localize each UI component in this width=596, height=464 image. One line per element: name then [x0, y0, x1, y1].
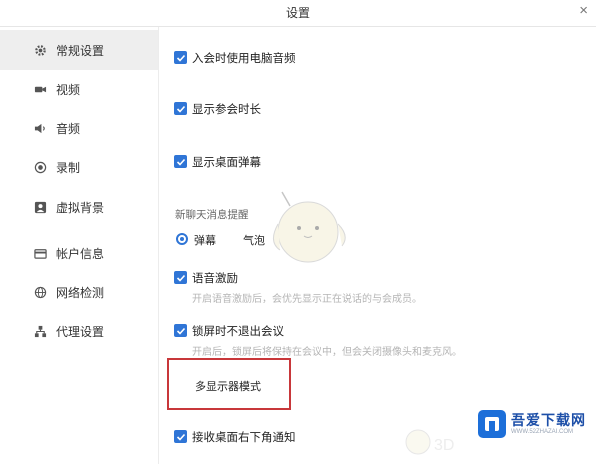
site-logo: 吾爱下载网 WWW.52ZHAZAI.COM	[478, 406, 592, 442]
window-title: 设置	[285, 6, 310, 20]
general-settings-panel: 入会时使用电脑音频 显示参会时长 显示桌面弹幕 新聊天消息提醒 弹幕 气泡 语音…	[159, 27, 596, 464]
multi-display-label: 多显示器模式	[195, 381, 261, 393]
card-icon	[33, 246, 47, 260]
sidebar-item-virtual-bg[interactable]: 虚拟背景	[0, 187, 158, 227]
voice-excite-checkbox[interactable]	[174, 271, 187, 284]
close-icon[interactable]: ×	[579, 2, 588, 20]
logo-icon	[478, 410, 506, 438]
show-duration-checkbox[interactable]	[174, 102, 187, 115]
sidebar-item-general[interactable]: 常规设置	[0, 30, 158, 70]
show-danmaku-checkbox[interactable]	[174, 155, 187, 168]
join-audio-label: 入会时使用电脑音频	[192, 53, 296, 65]
sidebar-item-label: 录制	[56, 160, 81, 175]
sidebar-item-label: 代理设置	[56, 324, 105, 339]
join-audio-checkbox[interactable]	[174, 51, 187, 64]
network-icon	[33, 324, 47, 338]
desktop-notify-checkbox[interactable]	[174, 430, 187, 443]
sidebar-item-video[interactable]: 视频	[0, 69, 158, 109]
gear-icon	[33, 43, 47, 57]
multi-display-option[interactable]: 多显示器模式	[167, 358, 291, 410]
settings-sidebar: 常规设置 视频 音频 录制 虚拟背景 帐户信息 网络检测 代理设置	[0, 27, 159, 464]
sidebar-item-audio[interactable]: 音频	[0, 108, 158, 148]
voice-excite-label: 语音激励	[192, 273, 238, 285]
sidebar-item-record[interactable]: 录制	[0, 147, 158, 187]
voice-excite-description: 开启语音激励后，会优先显示正在说话的与会成员。	[192, 294, 422, 305]
mascot-watermark-icon	[273, 191, 346, 263]
sidebar-item-label: 音频	[56, 121, 81, 136]
show-danmaku-label: 显示桌面弹幕	[192, 157, 261, 169]
speaker-icon	[33, 121, 47, 135]
title-bar: 设置 ×	[0, 0, 596, 27]
sidebar-item-network[interactable]: 网络检测	[0, 272, 158, 312]
logo-subtext: WWW.52ZHAZAI.COM	[511, 429, 573, 435]
camera-icon	[33, 82, 47, 96]
mascot-small-watermark-icon: 3D	[405, 429, 454, 455]
radio-bubble-label[interactable]: 气泡	[243, 232, 265, 248]
person-icon	[33, 200, 47, 214]
sidebar-item-label: 视频	[56, 82, 81, 97]
desktop-notify-label: 接收桌面右下角通知	[192, 432, 296, 444]
record-icon	[33, 160, 47, 174]
lock-screen-label: 锁屏时不退出会议	[192, 326, 284, 338]
sidebar-item-label: 帐户信息	[56, 246, 105, 261]
sidebar-item-proxy[interactable]: 代理设置	[0, 311, 158, 351]
lock-screen-description: 开启后，锁屏后将保持在会议中，但会关闭摄像头和麦克风。	[192, 347, 462, 358]
radio-danmaku[interactable]	[176, 233, 188, 245]
sidebar-item-label: 网络检测	[56, 285, 105, 300]
svg-text:3D: 3D	[434, 437, 454, 454]
sidebar-item-label: 虚拟背景	[56, 200, 105, 215]
logo-text: 吾爱下载网	[511, 412, 586, 428]
lock-screen-checkbox[interactable]	[174, 324, 187, 337]
sidebar-item-account[interactable]: 帐户信息	[0, 233, 158, 273]
radio-danmaku-label: 弹幕	[194, 235, 216, 247]
sidebar-item-label: 常规设置	[56, 43, 105, 58]
chat-reminder-label: 新聊天消息提醒	[175, 209, 249, 221]
globe-icon	[33, 285, 47, 299]
show-duration-label: 显示参会时长	[192, 104, 261, 116]
